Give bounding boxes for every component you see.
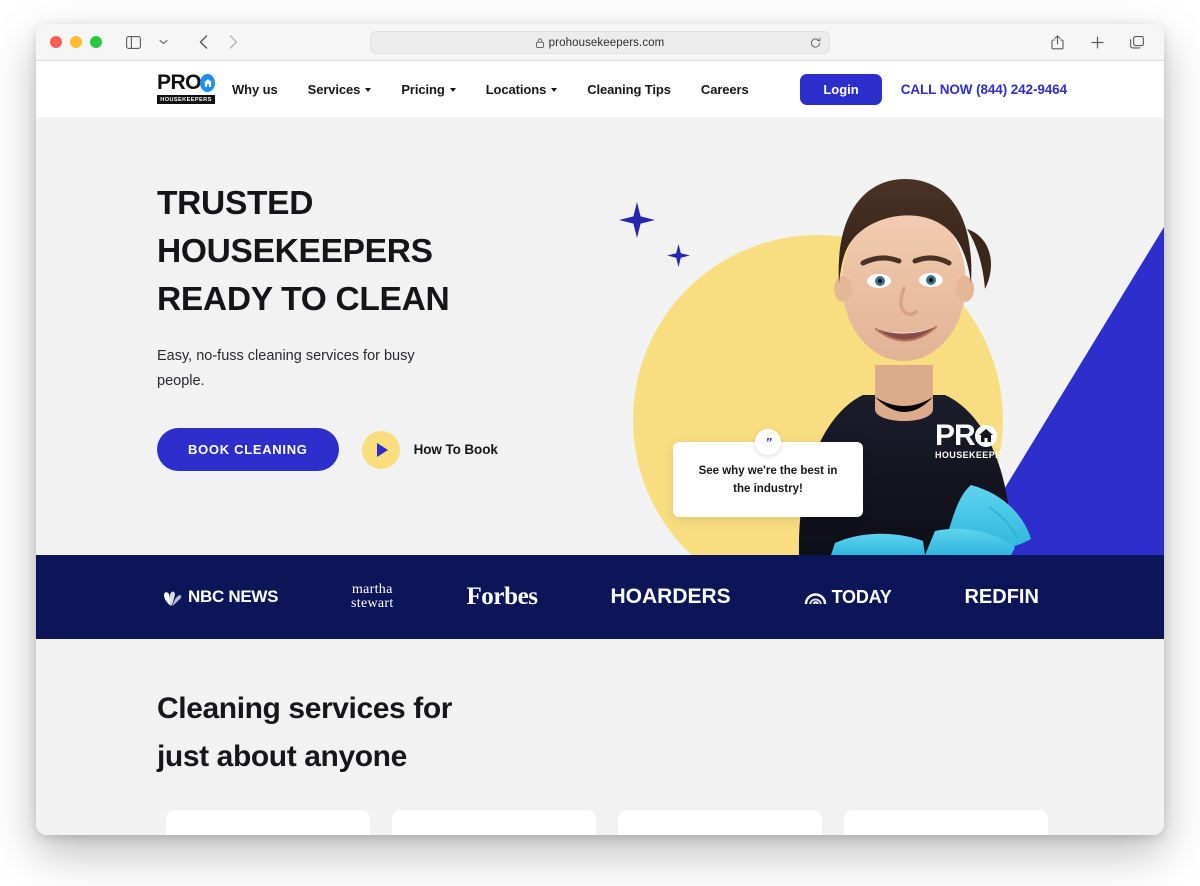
press-logo-label: HOARDERS [610,585,731,608]
lock-icon [535,37,544,48]
nav-item-cleaning-tips[interactable]: Cleaning Tips [587,82,671,97]
address-bar[interactable]: prohousekeepers.com [370,31,830,54]
browser-window: prohousekeepers.com PRO HOUSEKEEPERS Why… [36,24,1164,835]
nav-label: Services [307,81,361,97]
services-title: Cleaning services for just about anyone [157,685,452,781]
nav-item-locations[interactable]: Locations [486,82,558,97]
play-icon[interactable] [361,430,400,469]
nav-item-why-us[interactable]: Why us [232,82,278,97]
svg-text:PR: PR [935,419,976,452]
chevron-down-icon [449,88,456,92]
hero-title: TRUSTED HOUSEKEEPERS READY TO CLEAN [157,180,587,324]
testimonial-card[interactable]: ” See why we're the best in the industry… [673,429,863,517]
press-logo-redfin[interactable]: REDFIN [964,586,1038,609]
service-card[interactable] [618,810,822,835]
press-logo-bar: NBC NEWS martha stewart Forbes HOARDERS [36,555,1164,639]
press-logo-label: Forbes [466,583,538,610]
nav-label: Careers [700,81,749,97]
press-logo-forbes[interactable]: Forbes [466,583,538,611]
services-section: Cleaning services for just about anyone [36,639,1164,835]
hero-cta-group: BOOK CLEANING How To Book [157,428,587,471]
nav-label: Cleaning Tips [587,81,671,97]
sparkle-icon [667,244,690,267]
how-to-book-label: How To Book [413,442,498,457]
hero-title-line-1: TRUSTED HOUSEKEEPERS [157,185,433,270]
main-navigation: Why us Services Pricing Locations Cleani… [232,61,749,117]
share-icon[interactable] [1044,30,1070,54]
press-logo-today[interactable]: TODAY [804,587,892,608]
service-card[interactable] [844,810,1048,835]
press-logo-nbc-news[interactable]: NBC NEWS [161,587,278,607]
call-now-link[interactable]: CALL NOW (844) 242-9464 [901,82,1067,97]
sparkle-icon [619,202,655,238]
logo-sub-text: HOUSEKEEPERS [157,95,215,104]
back-arrow-icon[interactable] [190,30,216,54]
window-controls [50,36,102,48]
nav-item-careers[interactable]: Careers [701,82,749,97]
header-actions: Login CALL NOW (844) 242-9464 [800,61,1067,117]
press-logo-label: REDFIN [964,585,1039,608]
hero-copy: TRUSTED HOUSEKEEPERS READY TO CLEAN Easy… [157,180,587,471]
book-cleaning-button[interactable]: BOOK CLEANING [157,428,339,471]
quote-icon: ” [755,429,781,455]
toolbar-right-controls [1044,30,1150,54]
hero-section: PR HOUSEKEEPE ” See why we're the best i… [36,117,1164,555]
login-button[interactable]: Login [800,73,882,105]
logo-wordmark: PRO [157,71,215,94]
plus-icon[interactable] [1084,30,1110,54]
press-logo-label: TODAY [831,586,892,607]
chevron-down-icon [365,88,372,92]
today-rainbow-icon [804,592,826,604]
press-logo-hoarders[interactable]: HOARDERS [611,585,731,609]
hero-artwork: PR HOUSEKEEPE ” See why we're the best i… [599,117,1164,555]
services-title-line-2: just about anyone [157,740,407,773]
press-logo-label-line-2: stewart [351,596,394,611]
testimonial-text: See why we're the best in the industry! [698,464,838,495]
hero-title-line-2: READY TO CLEAN [157,281,450,318]
reload-icon[interactable] [810,37,821,48]
toolbar-left-controls [120,30,246,54]
site-logo[interactable]: PRO HOUSEKEEPERS [157,71,215,104]
chevron-down-icon [551,88,558,92]
page-viewport: PRO HOUSEKEEPERS Why us Services Pricing [36,61,1164,835]
svg-text:HOUSEKEEPE: HOUSEKEEPE [935,450,1002,460]
url-text: prohousekeepers.com [548,36,665,49]
tabs-overview-icon[interactable] [1124,30,1150,54]
nav-label: Pricing [401,81,445,97]
nav-item-services[interactable]: Services [308,82,372,97]
site-header: PRO HOUSEKEEPERS Why us Services Pricing [36,61,1164,117]
close-window-button[interactable] [50,36,62,48]
service-card[interactable] [392,810,596,835]
hero-subtitle: Easy, no-fuss cleaning services for busy… [157,348,415,389]
press-logo-label: NBC NEWS [188,587,279,606]
chevron-down-icon[interactable] [150,30,176,54]
press-logo-martha-stewart[interactable]: martha stewart [351,583,394,611]
nav-label: Why us [232,81,278,97]
logo-primary-text: PRO [157,71,202,94]
nav-item-pricing[interactable]: Pricing [401,81,456,97]
press-logo-label-line-1: martha [351,582,393,597]
house-icon [200,74,215,92]
service-card[interactable] [166,810,370,835]
sidebar-icon[interactable] [120,30,146,54]
browser-toolbar: prohousekeepers.com [36,24,1164,61]
service-card-list [166,810,1048,835]
maximize-window-button[interactable] [90,36,102,48]
minimize-window-button[interactable] [70,36,82,48]
nbc-peacock-icon [164,591,182,606]
forward-arrow-icon [220,30,246,54]
nav-label: Locations [485,81,547,97]
services-title-line-1: Cleaning services for [157,692,453,725]
how-to-book-button[interactable]: How To Book [361,430,498,469]
